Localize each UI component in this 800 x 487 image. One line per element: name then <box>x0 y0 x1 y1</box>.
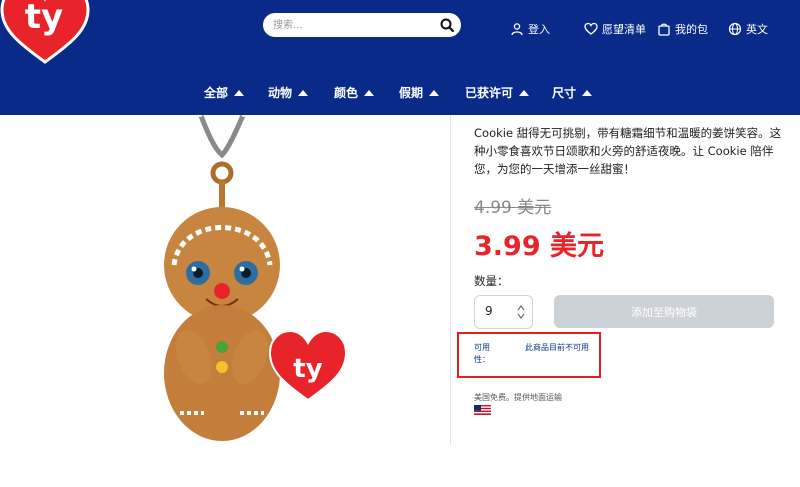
caret-up-icon <box>582 89 593 96</box>
nav-label: 假期 <box>399 86 424 100</box>
language-label: 英文 <box>746 23 768 36</box>
product-description: Cookie 甜得无可挑剔，带有糖霜细节和温暖的姜饼笑容。这种小零食喜欢节日颂歌… <box>474 126 782 176</box>
nav-label: 动物 <box>268 86 293 100</box>
nav-label: 颜色 <box>334 86 359 100</box>
search-input[interactable] <box>273 16 433 34</box>
caret-up-icon <box>298 89 309 96</box>
search-icon[interactable] <box>439 17 455 33</box>
product-image-panel: ty <box>10 115 451 445</box>
quantity-value[interactable]: 9 <box>485 304 493 318</box>
bag-label: 我的包 <box>675 23 708 36</box>
user-icon <box>511 23 523 36</box>
stepper-arrows-icon[interactable] <box>516 302 526 322</box>
add-to-bag-button[interactable]: 添加至购物袋 <box>554 295 774 328</box>
site-header: ty 登入 愿望清单 我的包 英文 <box>0 0 800 115</box>
shipping-info: 美国免费。提供地面运输 <box>474 393 562 402</box>
svg-text:ty: ty <box>25 0 63 37</box>
product-image[interactable]: ty <box>150 115 350 445</box>
category-nav: 全部 动物 颜色 假期 已获许可 尺寸 <box>0 84 800 104</box>
svg-text:ty: ty <box>293 354 322 384</box>
login-link[interactable]: 登入 <box>510 20 550 38</box>
heart-icon <box>584 22 598 35</box>
quantity-stepper[interactable]: 9 <box>474 295 533 329</box>
bag-icon <box>658 23 670 36</box>
nav-item-animals[interactable]: 动物 <box>268 84 309 101</box>
ty-logo[interactable]: ty <box>0 0 90 64</box>
caret-up-icon <box>234 89 245 96</box>
nav-label: 已获许可 <box>465 86 514 100</box>
nav-item-holidays[interactable]: 假期 <box>399 84 440 101</box>
caret-up-icon <box>519 89 530 96</box>
nav-label: 全部 <box>204 86 229 100</box>
quantity-label: 数量： <box>474 274 509 288</box>
search-bar[interactable] <box>263 13 461 37</box>
original-price: 4.99 美元 <box>474 198 552 218</box>
bag-link[interactable]: 我的包 <box>657 20 708 38</box>
availability-label: 可用性： <box>474 343 490 364</box>
globe-icon <box>728 22 742 36</box>
nav-label: 尺寸 <box>552 86 577 100</box>
nav-item-size[interactable]: 尺寸 <box>552 84 593 101</box>
nav-item-licensed[interactable]: 已获许可 <box>465 84 530 101</box>
login-label: 登入 <box>528 23 550 36</box>
wishlist-label: 愿望清单 <box>602 23 646 36</box>
nav-item-all[interactable]: 全部 <box>204 84 245 101</box>
nav-item-colors[interactable]: 颜色 <box>334 84 375 101</box>
caret-up-icon <box>429 89 440 96</box>
wishlist-link[interactable]: 愿望清单 <box>584 20 646 38</box>
language-selector[interactable]: 英文 <box>728 20 768 38</box>
us-flag-icon <box>474 405 491 415</box>
sale-price: 3.99 美元 <box>474 231 605 262</box>
availability-status: 此商品目前不可用 <box>525 343 589 352</box>
caret-up-icon <box>364 89 375 96</box>
